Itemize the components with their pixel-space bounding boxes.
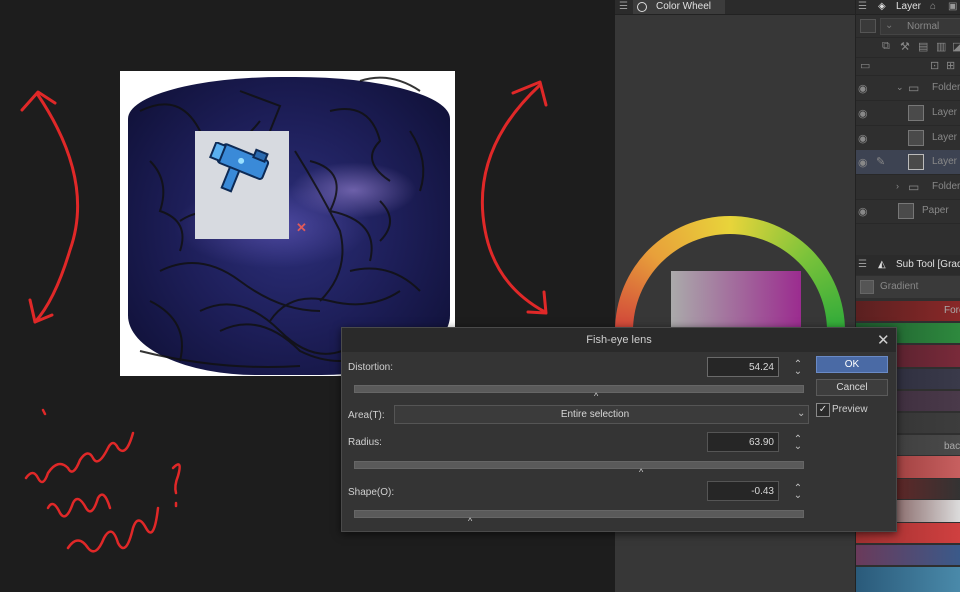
- eye-icon[interactable]: ◉: [858, 82, 868, 95]
- eye-icon[interactable]: ◉: [858, 132, 868, 145]
- panel-menu-icon[interactable]: ☰: [858, 259, 867, 270]
- layer-toolbar-2: ▭ ⊡ ⊞: [856, 57, 960, 76]
- layer-name: Layer: [932, 132, 958, 143]
- layer-thumbnail: [908, 105, 924, 121]
- layer-tool-icon[interactable]: ▭: [860, 59, 870, 72]
- eye-icon[interactable]: ◉: [858, 205, 868, 218]
- folder-icon: ▭: [908, 180, 920, 194]
- area-select[interactable]: Entire selection ⌄: [394, 405, 809, 424]
- layer-name: Paper: [922, 205, 949, 216]
- gradient-preset-label: Fore: [944, 305, 960, 316]
- distortion-slider[interactable]: [354, 385, 804, 393]
- layer-name: Folder: [932, 82, 960, 93]
- radius-stepper[interactable]: ⌃ ⌄: [793, 435, 803, 452]
- fish-eye-lens-dialog: Fish-eye lens ✕ Distortion: ⌃⌄ ^ Area(T)…: [341, 327, 897, 532]
- layer-tool-icon[interactable]: ⚒: [900, 40, 910, 53]
- subtool-group[interactable]: Gradient: [856, 276, 960, 298]
- shape-label: Shape(O):: [348, 487, 395, 498]
- area-select-value: Entire selection: [560, 409, 630, 420]
- radius-input[interactable]: [707, 432, 779, 452]
- gradient-icon: [860, 280, 874, 294]
- chevron-right-icon[interactable]: ›: [896, 181, 899, 191]
- radius-slider[interactable]: [354, 461, 804, 469]
- layer-toolbar-1: ⧉ ⚒ ▤ ▥ ◪: [856, 37, 960, 58]
- layer-row[interactable]: ◉ Layer: [856, 101, 960, 126]
- layer-tool-icon[interactable]: ▤: [918, 40, 928, 53]
- layer-thumbnail: [898, 203, 914, 219]
- gradient-preset[interactable]: Fore: [856, 301, 960, 321]
- distortion-label: Distortion:: [348, 362, 394, 373]
- shape-stepper[interactable]: ⌃ ⌄: [793, 484, 803, 501]
- layer-tool-icon[interactable]: ⊡: [930, 59, 939, 72]
- blend-mode-value: Normal: [907, 21, 940, 32]
- layer-tool-icon[interactable]: ⧉: [882, 40, 890, 53]
- tab-color-wheel[interactable]: Color Wheel: [633, 0, 725, 14]
- chevron-down-icon: ⌄: [885, 20, 894, 31]
- tab-layer[interactable]: Layer: [896, 1, 921, 12]
- tab-subtool[interactable]: Sub Tool [Gradient: [896, 259, 960, 270]
- chevron-down-icon: ⌄: [797, 408, 806, 419]
- gradient-preset[interactable]: [856, 567, 960, 592]
- distortion-input[interactable]: [707, 357, 779, 377]
- dialog-title-bar[interactable]: Fish-eye lens ✕: [342, 328, 896, 352]
- layer-thumbnail: [908, 130, 924, 146]
- radius-slider-handle[interactable]: ^: [639, 467, 643, 477]
- tab-icon[interactable]: ⌂: [930, 1, 936, 12]
- layer-name: Folder: [932, 181, 960, 192]
- gradient-tool-icon: ◭: [878, 259, 886, 270]
- subtool-group-label: Gradient: [880, 281, 919, 292]
- layer-tool-icon[interactable]: ◪: [952, 40, 960, 53]
- blend-mode-row: ⌄ Normal: [856, 15, 960, 38]
- preview-checkbox[interactable]: ✓: [816, 403, 830, 417]
- dialog-title: Fish-eye lens: [586, 334, 652, 346]
- color-wheel-icon: [637, 2, 647, 12]
- tab-color-wheel-label: Color Wheel: [656, 1, 712, 12]
- cancel-button[interactable]: Cancel: [816, 379, 888, 396]
- blend-mode-select[interactable]: ⌄ Normal: [880, 18, 960, 35]
- preview-label: Preview: [832, 404, 868, 415]
- panel-menu-icon[interactable]: ☰: [858, 1, 867, 12]
- layer-panel-header: ☰ ◈ Layer ⌂ ▣: [856, 0, 960, 15]
- eye-icon[interactable]: ◉: [858, 156, 868, 169]
- tab-icon[interactable]: ▣: [948, 1, 957, 12]
- pencil-icon: ✎: [876, 156, 886, 168]
- shape-slider[interactable]: [354, 510, 804, 518]
- layer-tool-icon[interactable]: ▥: [936, 40, 946, 53]
- chevron-down-icon[interactable]: ⌄: [896, 82, 904, 93]
- shape-slider-handle[interactable]: ^: [468, 516, 472, 526]
- gradient-preset[interactable]: [856, 545, 960, 565]
- distortion-stepper[interactable]: ⌃ ⌄: [793, 360, 803, 377]
- ok-button[interactable]: OK: [816, 356, 888, 373]
- distortion-slider-handle[interactable]: ^: [594, 391, 598, 401]
- layer-thumbnail: [908, 154, 924, 170]
- handwritten-note: [24, 408, 181, 553]
- area-label: Area(T):: [348, 410, 385, 421]
- folder-icon: ▭: [908, 81, 920, 95]
- layer-row[interactable]: ◉ Paper: [856, 199, 960, 224]
- subtool-header: ☰ ◭ Sub Tool [Gradient: [856, 255, 960, 275]
- layer-panel: ☰ ◈ Layer ⌂ ▣ ⌄ Normal ⧉ ⚒ ▤ ▥ ◪ ▭ ⊡ ⊞ ◉…: [855, 0, 960, 260]
- layer-row[interactable]: ◉ Layer: [856, 126, 960, 151]
- layer-name: Layer: [932, 156, 958, 167]
- color-wheel-header: ☰ Color Wheel: [615, 0, 855, 15]
- radius-label: Radius:: [348, 437, 382, 448]
- panel-menu-icon[interactable]: ☰: [619, 1, 628, 12]
- layer-row[interactable]: ◉ ⌄ ▭ Folder: [856, 76, 960, 101]
- gradient-preset-label: bac: [944, 441, 960, 452]
- layer-name: Layer: [932, 107, 958, 118]
- close-icon[interactable]: ✕: [877, 331, 890, 349]
- layer-row[interactable]: › ▭ Folder: [856, 175, 960, 200]
- shape-input[interactable]: [707, 481, 779, 501]
- layer-tool-icon[interactable]: ⊞: [946, 59, 955, 72]
- layer-row-selected[interactable]: ◉ ✎ Layer: [856, 150, 960, 175]
- eye-icon[interactable]: ◉: [858, 107, 868, 120]
- layer-color-swatch[interactable]: [860, 19, 876, 33]
- layers-icon: ◈: [878, 1, 886, 12]
